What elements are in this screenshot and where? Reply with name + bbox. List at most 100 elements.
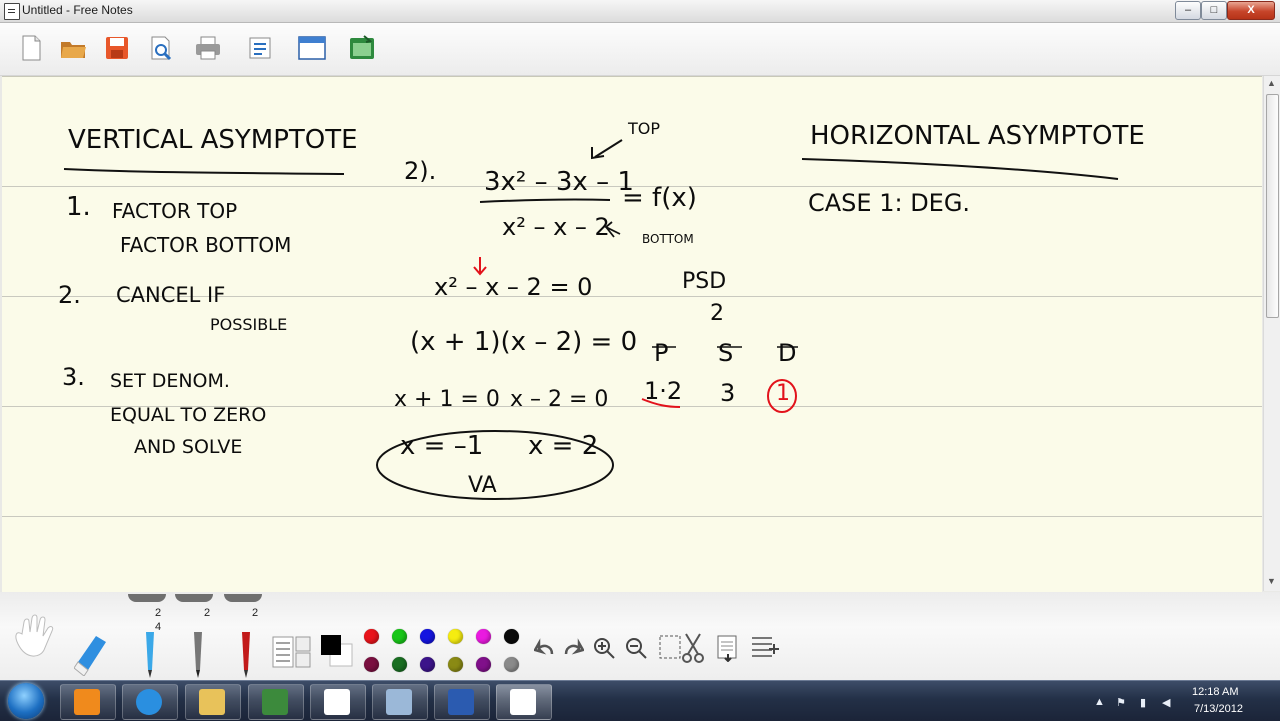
redo-icon[interactable] [562, 638, 584, 658]
line-width-icon[interactable] [272, 636, 316, 668]
pen-preset-tab[interactable] [128, 594, 166, 602]
add-lines-icon[interactable] [750, 634, 780, 662]
psd-value-p: 1·2 [644, 377, 683, 405]
top-annotation: TOP [628, 119, 661, 138]
root-2: x = 2 [528, 431, 599, 461]
scroll-down-icon[interactable]: ▼ [1267, 576, 1276, 586]
color-swatch-dark-green[interactable] [392, 657, 407, 672]
psd-col-p: P [654, 339, 669, 367]
undo-icon[interactable] [534, 638, 556, 658]
color-swatch-gray[interactable] [504, 657, 519, 672]
selection-marquee-icon[interactable] [658, 634, 682, 660]
open-folder-icon[interactable] [59, 34, 87, 62]
eraser-icon[interactable] [74, 632, 108, 676]
taskbar-camtasia[interactable] [248, 684, 304, 720]
color-swatch-red[interactable] [364, 629, 379, 644]
pen-size-badge: 2 [252, 607, 259, 619]
step-1-number: 1. [66, 192, 91, 222]
step-1-line-b: FACTOR BOTTOM [120, 233, 292, 257]
numerator: 3x² – 3x – 1 [484, 167, 634, 197]
taskbar-file-explorer[interactable] [185, 684, 241, 720]
function-label: = f(x) [622, 183, 697, 213]
pen-tool-red-icon[interactable] [232, 630, 260, 678]
color-swatch-yellow[interactable] [448, 629, 463, 644]
color-swatch-maroon[interactable] [364, 657, 379, 672]
close-button[interactable]: X [1227, 1, 1275, 20]
action-center-icon[interactable]: ⚑ [1116, 696, 1126, 709]
psd-value-d: 1 [776, 381, 790, 406]
psd-col-d: D [778, 339, 797, 367]
insert-page-icon[interactable] [716, 634, 740, 662]
taskbar-media-player[interactable] [60, 684, 116, 720]
vertical-scrollbar[interactable]: ▲ ▼ [1263, 76, 1280, 591]
app-notes-icon [4, 3, 20, 20]
bottom-annotation: BOTTOM [642, 232, 694, 246]
color-swatch-magenta[interactable] [476, 629, 491, 644]
factor-equation-1: x + 1 = 0 [394, 387, 500, 412]
start-button[interactable] [8, 683, 44, 719]
network-tool-icon [386, 689, 412, 715]
pen-tool-blue-icon[interactable] [136, 630, 164, 678]
step-2-line-a: CANCEL IF [116, 283, 226, 307]
note-page[interactable]: VERTICAL ASYMPTOTE 1. FACTOR TOP FACTOR … [2, 76, 1262, 592]
tray-clock-date[interactable]: 7/13/2012 [1194, 703, 1243, 715]
taskbar-internet-explorer[interactable] [122, 684, 178, 720]
color-swatch-blue[interactable] [420, 629, 435, 644]
psd-subscript: 2 [710, 301, 724, 326]
maximize-button[interactable]: □ [1201, 1, 1227, 20]
color-swatch-purple[interactable] [476, 657, 491, 672]
step-3-line-b: EQUAL TO ZERO [110, 404, 267, 426]
zoom-out-icon[interactable] [624, 636, 648, 660]
color-swatch-olive[interactable] [448, 657, 463, 672]
volume-icon[interactable]: ◀ [1162, 696, 1170, 709]
psd-title: PSD [682, 269, 727, 294]
color-swatch-black[interactable] [504, 629, 519, 644]
minimize-button[interactable]: – [1175, 1, 1201, 20]
new-document-icon[interactable] [17, 34, 45, 62]
network-signal-icon[interactable]: ▮ [1140, 696, 1146, 709]
internet-explorer-icon [136, 689, 162, 715]
taskbar-word[interactable] [434, 684, 490, 720]
hand-pan-icon[interactable] [8, 614, 60, 662]
scroll-thumb[interactable] [1266, 94, 1279, 318]
save-icon[interactable] [103, 34, 131, 62]
main-toolbar [0, 23, 1280, 76]
psd-value-s: 3 [720, 379, 736, 407]
color-picker-icon[interactable] [320, 634, 354, 668]
color-swatch-indigo[interactable] [420, 657, 435, 672]
step-1-line-a: FACTOR TOP [112, 199, 238, 223]
taskbar-free-notes[interactable] [310, 684, 366, 720]
factored-equation: (x + 1)(x – 2) = 0 [410, 327, 638, 357]
psd-col-s: S [718, 339, 734, 367]
free-notes-icon [324, 689, 350, 715]
taskbar-free-notes-active[interactable] [496, 684, 552, 720]
root-1: x = –1 [400, 431, 484, 461]
tool-palette: 2 2 2 4 [0, 592, 1280, 680]
heading-horizontal-asymptote: HORIZONTAL ASYMPTOTE [810, 121, 1145, 151]
denominator: x² – x – 2 [502, 213, 610, 241]
windows-taskbar: ▲ ⚑ ▮ ◀ 12:18 AM 7/13/2012 [0, 680, 1280, 721]
print-preview-icon[interactable] [147, 34, 175, 62]
page-setup-icon[interactable] [246, 34, 274, 62]
step-3-line-a: SET DENOM. [110, 370, 230, 392]
brush-tool-icon[interactable] [184, 630, 212, 678]
export-image-icon[interactable] [348, 34, 376, 62]
window-title: Untitled - Free Notes [22, 3, 133, 17]
tray-clock-time[interactable]: 12:18 AM [1192, 686, 1238, 698]
cut-scissors-icon[interactable] [680, 632, 706, 664]
pen-preset-tab[interactable] [224, 594, 262, 602]
print-icon[interactable] [194, 34, 222, 62]
equation-set-zero: x² – x – 2 = 0 [434, 273, 593, 301]
window-icon[interactable] [298, 34, 326, 62]
color-swatch-green[interactable] [392, 629, 407, 644]
pen-size-badge: 2 [204, 607, 211, 619]
zoom-in-icon[interactable] [592, 636, 616, 660]
show-hidden-icons-icon[interactable]: ▲ [1094, 696, 1105, 708]
scroll-up-icon[interactable]: ▲ [1267, 78, 1276, 88]
example-label: 2). [404, 157, 437, 185]
case-1-text: CASE 1: DEG. [808, 189, 971, 217]
pen-preset-tab[interactable] [175, 594, 213, 602]
step-2-number: 2. [58, 281, 81, 309]
taskbar-network-tool[interactable] [372, 684, 428, 720]
file-explorer-icon [199, 689, 225, 715]
